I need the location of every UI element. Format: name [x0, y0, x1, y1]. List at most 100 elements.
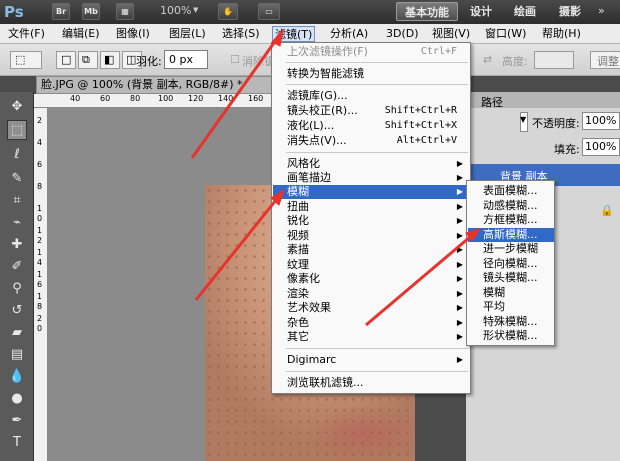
ruler-tick: 6: [37, 160, 43, 169]
lasso-tool-icon[interactable]: ℓ: [7, 144, 27, 164]
chevron-right-icon: ▶: [456, 245, 463, 254]
marquee-tool-icon[interactable]: ⬚: [7, 120, 27, 140]
menu-item-shape-blur[interactable]: 形状模糊...: [468, 329, 554, 343]
menu-item-surface-blur[interactable]: 表面模糊...: [468, 184, 554, 198]
menu-item-brush-strokes[interactable]: 画笔描边 ▶: [273, 171, 469, 185]
hand-zoom-button[interactable]: ✋: [218, 3, 238, 20]
menu-analysis[interactable]: 分析(A): [328, 26, 370, 42]
chevron-down-icon[interactable]: ▼: [193, 6, 198, 14]
workspace-more-icon[interactable]: »: [598, 4, 605, 17]
menu-item-sharpen[interactable]: 锐化 ▶: [273, 214, 469, 228]
workspace-design[interactable]: 设计: [466, 2, 496, 21]
zoom-level[interactable]: 100%: [160, 4, 191, 17]
menu-item-label: 镜头校正(R)...: [287, 104, 358, 117]
menu-item-sketch[interactable]: 素描 ▶: [273, 243, 469, 257]
opacity-input[interactable]: 100%: [582, 112, 620, 130]
square-intersect-icon: ◫: [126, 53, 137, 66]
document-title: 脸.JPG @ 100% (背景 副本, RGB/8#) *: [41, 78, 243, 91]
menu-item-digimarc[interactable]: Digimarc ▶: [273, 353, 469, 367]
menu-item-blur[interactable]: 模糊 ▶: [273, 185, 469, 199]
menu-item-stylize[interactable]: 风格化 ▶: [273, 157, 469, 171]
workspace-photography[interactable]: 摄影: [555, 2, 585, 21]
screen-mode-button[interactable]: ▭: [258, 3, 280, 20]
menu-file[interactable]: 文件(F): [6, 26, 47, 42]
menu-3d[interactable]: 3D(D): [384, 26, 421, 42]
menu-item-lens-correction[interactable]: 镜头校正(R)... Shift+Ctrl+R: [273, 104, 469, 118]
eraser-tool-icon[interactable]: ▰: [7, 322, 27, 342]
shortcut: Alt+Ctrl+V: [396, 135, 457, 146]
add-selection-button[interactable]: ⧉: [78, 51, 98, 69]
subtract-selection-button[interactable]: ◧: [100, 51, 120, 69]
menu-item-other[interactable]: 其它 ▶: [273, 330, 469, 344]
pen-tool-icon[interactable]: ✒: [7, 410, 27, 430]
new-selection-button[interactable]: □: [56, 51, 76, 69]
gradient-tool-icon[interactable]: ▤: [7, 344, 27, 364]
ruler-tick: 100: [158, 94, 174, 103]
menu-item-label: 锐化: [287, 214, 309, 227]
menu-item-pixelate[interactable]: 像素化 ▶: [273, 272, 469, 286]
menu-separator: [286, 152, 468, 153]
workspace-painting[interactable]: 绘画: [510, 2, 540, 21]
menu-item-lens-blur[interactable]: 镜头模糊...: [468, 271, 554, 285]
menu-item-smart-filter[interactable]: 转换为智能滤镜: [273, 67, 469, 81]
chevron-right-icon: ▶: [456, 173, 463, 182]
menu-item-label: 画笔描边: [287, 171, 331, 184]
menu-item-liquify[interactable]: 液化(L)... Shift+Ctrl+X: [273, 119, 469, 133]
menu-item-artistic[interactable]: 艺术效果 ▶: [273, 301, 469, 315]
dodge-tool-icon[interactable]: ●: [7, 388, 27, 408]
blur-tool-icon[interactable]: 💧: [7, 366, 27, 386]
brush-tool-icon[interactable]: ✐: [7, 256, 27, 276]
antialias-checkbox[interactable]: ☐: [230, 53, 240, 66]
menu-item-last-filter[interactable]: 上次滤镜操作(F) Ctrl+F: [273, 45, 469, 59]
menu-item-average[interactable]: 平均: [468, 300, 554, 314]
menu-item-gaussian-blur[interactable]: 高斯模糊...: [468, 228, 554, 242]
menu-item-label: 视频: [287, 229, 309, 242]
fill-input[interactable]: 100%: [582, 138, 620, 156]
refine-edge-button[interactable]: 调整: [590, 51, 620, 69]
menu-item-vanishing-point[interactable]: 消失点(V)... Alt+Ctrl+V: [273, 134, 469, 148]
workspace-essentials[interactable]: 基本功能: [396, 2, 458, 21]
menu-help[interactable]: 帮助(H): [540, 26, 583, 42]
menu-edit[interactable]: 编辑(E): [60, 26, 102, 42]
menu-window[interactable]: 窗口(W): [483, 26, 528, 42]
menu-item-distort[interactable]: 扭曲 ▶: [273, 200, 469, 214]
type-tool-icon[interactable]: T: [7, 432, 27, 452]
menu-item-render[interactable]: 渲染 ▶: [273, 287, 469, 301]
menu-item-texture[interactable]: 纹理 ▶: [273, 258, 469, 272]
guides-view-button[interactable]: ▦: [116, 3, 134, 20]
menu-filter[interactable]: 滤镜(T): [272, 26, 316, 42]
height-input[interactable]: [534, 51, 574, 69]
tool-preset-picker[interactable]: ⬚: [10, 51, 42, 69]
quick-select-tool-icon[interactable]: ✎: [7, 168, 27, 188]
menu-item-smart-blur[interactable]: 特殊模糊...: [468, 315, 554, 329]
feather-input[interactable]: 0 px: [164, 50, 208, 69]
menu-separator: [286, 348, 468, 349]
minibridge-button[interactable]: Mb: [82, 3, 100, 20]
filter-menu: 上次滤镜操作(F) Ctrl+F 转换为智能滤镜 滤镜库(G)... 镜头校正(R…: [271, 42, 471, 394]
menu-item-browse-online[interactable]: 浏览联机滤镜...: [273, 376, 469, 390]
menu-separator: [286, 84, 468, 85]
eyedropper-tool-icon[interactable]: ⌁: [7, 212, 27, 232]
bridge-button[interactable]: Br: [52, 3, 70, 20]
chevron-right-icon: ▶: [456, 303, 463, 312]
history-brush-tool-icon[interactable]: ↺: [7, 300, 27, 320]
menu-item-motion-blur[interactable]: 动感模糊...: [468, 199, 554, 213]
crop-tool-icon[interactable]: ⌗: [7, 190, 27, 210]
clone-stamp-tool-icon[interactable]: ⚲: [7, 278, 27, 298]
menu-item-blur-more[interactable]: 进一步模糊: [468, 242, 554, 256]
menu-item-blur-simple[interactable]: 模糊: [468, 286, 554, 300]
menu-item-radial-blur[interactable]: 径向模糊...: [468, 257, 554, 271]
menu-item-box-blur[interactable]: 方框模糊...: [468, 213, 554, 227]
menu-layer[interactable]: 图层(L): [167, 26, 208, 42]
menu-image[interactable]: 图像(I): [114, 26, 152, 42]
square-subtract-icon: ◧: [104, 53, 115, 66]
healing-brush-tool-icon[interactable]: ✚: [7, 234, 27, 254]
swap-icon[interactable]: ⇄: [483, 53, 492, 66]
menu-select[interactable]: 选择(S): [220, 26, 262, 42]
menu-item-filter-gallery[interactable]: 滤镜库(G)...: [273, 89, 469, 103]
blend-mode-dropdown[interactable]: ▼: [520, 112, 528, 132]
menu-view[interactable]: 视图(V): [430, 26, 472, 42]
menu-item-video[interactable]: 视频 ▶: [273, 229, 469, 243]
menu-item-noise[interactable]: 杂色 ▶: [273, 316, 469, 330]
move-tool-icon[interactable]: ✥: [7, 96, 27, 116]
